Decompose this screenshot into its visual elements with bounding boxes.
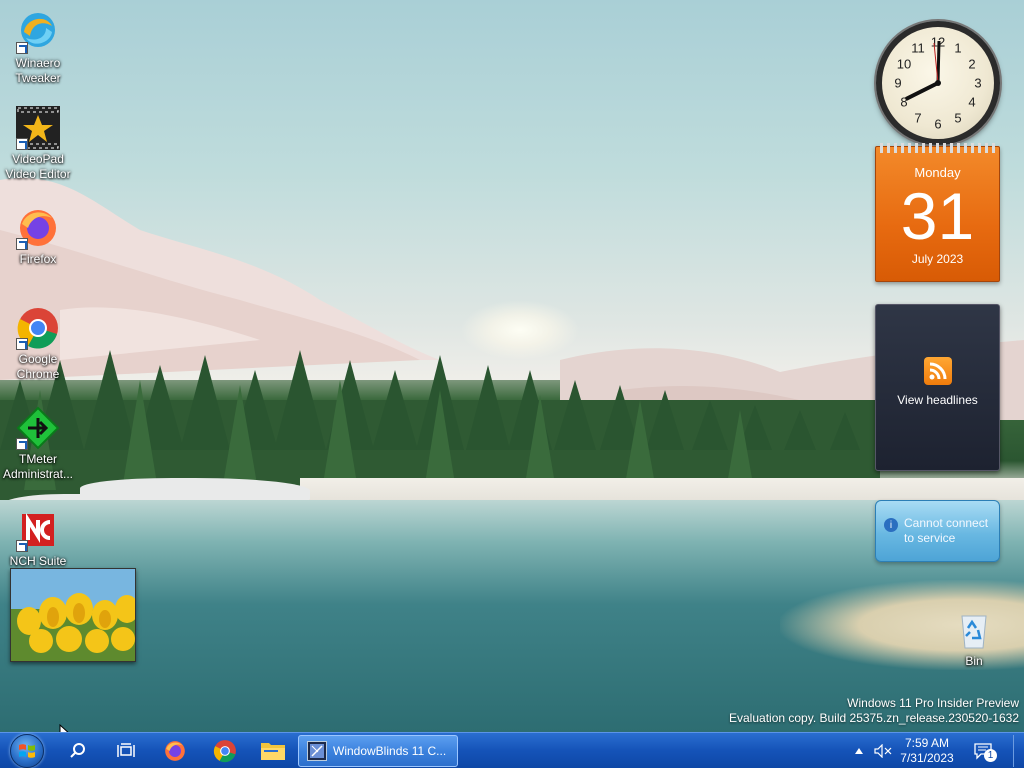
info-icon: i [884,518,898,532]
shortcut-arrow-icon [16,138,28,150]
show-hidden-icons-button[interactable] [850,733,868,768]
winaero-icon [16,10,60,54]
show-desktop-button[interactable] [1013,735,1021,767]
weather-error-message: Cannot connect to service [904,516,989,545]
desktop-icon-label: VideoPad Video Editor [5,152,71,181]
taskbar: WindowBlinds 11 C... 7:59 AM 7/31/2023 1 [0,732,1024,768]
recycle-bin-icon [952,608,996,652]
svg-text:1: 1 [954,40,961,55]
tray-date: 7/31/2023 [900,751,954,765]
calendar-weekday: Monday [914,165,961,180]
notification-icon: 1 [973,742,997,762]
taskbar-file-explorer[interactable] [256,735,290,767]
desktop-icon-label: Firefox [19,252,57,266]
windowblinds-icon [307,741,327,761]
svg-text:11: 11 [911,40,925,55]
desktop-icon-label: Bin [965,654,983,668]
build-watermark: Windows 11 Pro Insider Preview Evaluatio… [729,696,1019,726]
svg-text:9: 9 [894,75,901,90]
desktop-icon-label: Google Chrome [16,352,60,381]
search-icon [70,743,85,758]
desktop-icon-recycle-bin[interactable]: Bin [936,608,1012,669]
desktop-icon-videopad[interactable]: VideoPad Video Editor [0,106,76,182]
notification-center-button[interactable]: 1 [968,733,998,768]
windows-logo-icon [10,734,44,768]
shortcut-arrow-icon [16,238,28,250]
volume-muted-icon [874,744,892,758]
svg-text:10: 10 [897,56,911,71]
svg-text:7: 7 [914,110,921,125]
desktop-icon-label: Winaero Tweaker [15,56,61,85]
desktop-wallpaper [0,0,1024,732]
weather-gadget[interactable]: i Cannot connect to service [875,500,1000,562]
svg-text:6: 6 [934,116,941,131]
view-headlines-link[interactable]: View headlines [876,393,999,407]
feed-headlines-gadget[interactable]: View headlines [875,304,1000,471]
task-view-button[interactable] [110,735,142,767]
videopad-icon [16,106,60,150]
taskbar-window-label: WindowBlinds 11 C... [333,744,447,758]
svg-text:4: 4 [968,94,975,109]
calendar-gadget[interactable]: Monday 31 July 2023 [875,143,1000,282]
chevron-up-icon [855,748,863,754]
desktop-icon-label: NCH Suite [9,554,67,568]
shortcut-arrow-icon [16,438,28,450]
firefox-icon [165,741,185,761]
analog-clock-face: 12 1 2 3 4 5 6 7 8 9 10 11 [894,34,981,131]
wallpaper-shore [300,478,1024,502]
folder-icon [261,743,285,760]
tmeter-icon [16,406,60,450]
calendar-day: 31 [900,179,975,253]
start-button[interactable] [6,734,48,768]
tulips-photo [11,569,135,661]
taskbar-window-windowblinds[interactable]: WindowBlinds 11 C... [298,735,458,767]
search-button[interactable] [62,735,94,767]
rss-icon [923,357,952,385]
shortcut-arrow-icon [16,338,28,350]
notification-badge: 1 [984,749,997,762]
desktop-icon-tmeter[interactable]: TMeter Administrat... [0,406,76,482]
tray-time: 7:59 AM [904,736,950,750]
watermark-build: Evaluation copy. Build 25375.zn_release.… [729,711,1019,725]
watermark-edition: Windows 11 Pro Insider Preview [847,696,1019,710]
desktop-icon-firefox[interactable]: Firefox [0,206,76,267]
shortcut-arrow-icon [16,540,28,552]
chrome-icon [16,306,60,350]
desktop-icon-label: TMeter Administrat... [2,452,74,481]
taskbar-firefox[interactable] [158,735,192,767]
calendar-month-year: July 2023 [911,252,964,266]
chrome-icon [213,740,236,763]
svg-text:3: 3 [974,75,981,90]
wallpaper-forest [0,350,880,500]
firefox-icon [16,206,60,250]
desktop-icon-winaero[interactable]: Winaero Tweaker [0,10,76,86]
task-view-icon [117,743,135,757]
calendar-rings [880,143,997,153]
desktop-icon-chrome[interactable]: Google Chrome [0,306,76,382]
shortcut-arrow-icon [16,42,28,54]
svg-text:5: 5 [954,110,961,125]
slideshow-gadget[interactable] [10,568,136,662]
nch-icon [16,508,60,552]
desktop-icon-nch-suite[interactable]: NCH Suite [0,508,76,569]
clock-gadget[interactable]: 12 1 2 3 4 5 6 7 8 9 10 11 [876,21,1000,145]
tray-clock[interactable]: 7:59 AM 7/31/2023 [894,733,960,768]
taskbar-chrome[interactable] [208,735,242,767]
volume-button[interactable] [872,733,894,768]
svg-text:2: 2 [968,56,975,71]
